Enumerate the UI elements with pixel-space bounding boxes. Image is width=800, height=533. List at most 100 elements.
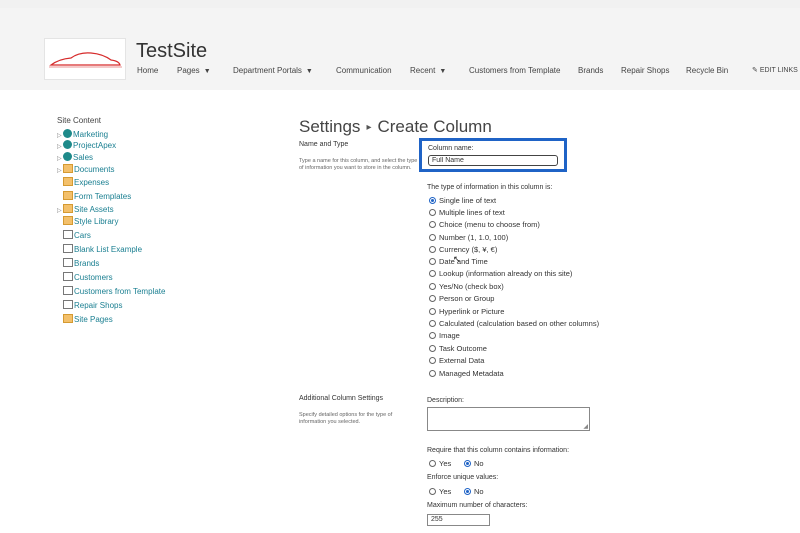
radio-selected-icon[interactable] bbox=[464, 488, 471, 495]
max-chars-input[interactable]: 255 bbox=[427, 514, 490, 526]
topnav-customers-from-template[interactable]: Customers from Template bbox=[469, 66, 560, 75]
breadcrumb-settings[interactable]: Settings bbox=[299, 117, 360, 136]
edit-links-button[interactable]: ✎ EDIT LINKS bbox=[752, 66, 798, 74]
leftnav-item-site-assets[interactable]: ▷ Site Assets bbox=[57, 204, 114, 216]
topnav-department-portals[interactable]: Department Portals ▼ bbox=[233, 66, 313, 75]
radio-icon[interactable] bbox=[429, 246, 436, 253]
list-icon bbox=[63, 230, 73, 239]
leftnav-item-repair-shops[interactable]: Repair Shops bbox=[57, 300, 122, 312]
radio-icon[interactable] bbox=[429, 357, 436, 364]
radio-icon[interactable] bbox=[429, 308, 436, 315]
additional-settings-heading: Additional Column Settings bbox=[299, 395, 384, 402]
car-logo-icon bbox=[49, 52, 122, 68]
topnav-home[interactable]: Home bbox=[137, 66, 158, 75]
site-logo[interactable] bbox=[44, 38, 126, 80]
library-icon bbox=[63, 164, 73, 173]
radio-icon[interactable] bbox=[429, 460, 436, 467]
page-title-text: Create Column bbox=[377, 117, 492, 136]
site-icon bbox=[63, 152, 72, 161]
column-name-input[interactable] bbox=[428, 155, 558, 166]
leftnav-item-form-templates[interactable]: Form Templates bbox=[57, 191, 131, 203]
type-option-task-outcome[interactable]: Task Outcome bbox=[429, 344, 487, 355]
leftnav-item-brands[interactable]: Brands bbox=[57, 258, 99, 270]
radio-icon[interactable] bbox=[429, 209, 436, 216]
require-yes[interactable]: Yes bbox=[429, 459, 451, 470]
description-label: Description: bbox=[427, 397, 464, 404]
library-icon bbox=[63, 216, 73, 225]
library-icon bbox=[63, 314, 73, 323]
type-option-multiple-lines[interactable]: Multiple lines of text bbox=[429, 208, 505, 219]
require-no[interactable]: No bbox=[464, 459, 484, 470]
radio-icon[interactable] bbox=[429, 221, 436, 228]
topnav-recycle-bin[interactable]: Recycle Bin bbox=[686, 66, 728, 75]
leftnav-item-blank-list-example[interactable]: Blank List Example bbox=[57, 244, 142, 256]
radio-icon[interactable] bbox=[429, 270, 436, 277]
library-icon bbox=[63, 191, 73, 200]
leftnav-item-style-library[interactable]: Style Library bbox=[57, 216, 118, 228]
max-chars-label: Maximum number of characters: bbox=[427, 502, 528, 509]
chevron-down-icon[interactable]: ▼ bbox=[306, 68, 313, 75]
name-and-type-heading: Name and Type bbox=[299, 141, 349, 148]
radio-selected-icon[interactable] bbox=[429, 197, 436, 204]
list-icon bbox=[63, 300, 73, 309]
description-textarea[interactable]: ◢ bbox=[427, 407, 590, 431]
radio-icon[interactable] bbox=[429, 258, 436, 265]
type-option-person-group[interactable]: Person or Group bbox=[429, 294, 494, 305]
enforce-yes[interactable]: Yes bbox=[429, 487, 451, 498]
column-name-label: Column name: bbox=[428, 145, 474, 152]
type-option-external-data[interactable]: External Data bbox=[429, 356, 484, 367]
leftnav-item-projectapex[interactable]: ▷ ProjectApex bbox=[57, 140, 116, 152]
leftnav-item-customers[interactable]: Customers bbox=[57, 272, 113, 284]
type-option-yes-no[interactable]: Yes/No (check box) bbox=[429, 282, 504, 293]
type-option-number[interactable]: Number (1, 1.0, 100) bbox=[429, 233, 508, 244]
radio-icon[interactable] bbox=[429, 488, 436, 495]
leftnav-item-sales[interactable]: ▷ Sales bbox=[57, 152, 93, 164]
site-content-heading[interactable]: Site Content bbox=[57, 116, 101, 125]
type-option-calculated[interactable]: Calculated (calculation based on other c… bbox=[429, 319, 599, 330]
leftnav-item-documents[interactable]: ▷ Documents bbox=[57, 164, 114, 176]
chevron-down-icon[interactable]: ▼ bbox=[439, 68, 446, 75]
topnav-repair-shops[interactable]: Repair Shops bbox=[621, 66, 669, 75]
mouse-cursor-icon: ↖ bbox=[453, 254, 461, 264]
radio-icon[interactable] bbox=[429, 283, 436, 290]
radio-icon[interactable] bbox=[429, 234, 436, 241]
radio-icon[interactable] bbox=[429, 345, 436, 352]
list-icon bbox=[63, 258, 73, 267]
topnav-pages[interactable]: Pages ▼ bbox=[177, 66, 211, 75]
name-and-type-description: Type a name for this column, and select … bbox=[299, 158, 418, 171]
resize-handle-icon[interactable]: ◢ bbox=[583, 423, 588, 430]
library-icon bbox=[63, 177, 73, 186]
additional-settings-description: Specify detailed options for the type of… bbox=[299, 412, 393, 425]
library-icon bbox=[63, 204, 73, 213]
leftnav-item-site-pages[interactable]: Site Pages bbox=[57, 314, 113, 326]
site-icon bbox=[63, 140, 72, 149]
list-icon bbox=[63, 244, 73, 253]
radio-icon[interactable] bbox=[429, 332, 436, 339]
type-option-single-line[interactable]: Single line of text bbox=[429, 196, 496, 207]
require-label: Require that this column contains inform… bbox=[427, 447, 570, 454]
site-title[interactable]: TestSite bbox=[136, 40, 207, 63]
radio-icon[interactable] bbox=[429, 295, 436, 302]
enforce-no[interactable]: No bbox=[464, 487, 484, 498]
radio-selected-icon[interactable] bbox=[464, 460, 471, 467]
radio-icon[interactable] bbox=[429, 320, 436, 327]
type-option-image[interactable]: Image bbox=[429, 331, 460, 342]
type-option-hyperlink[interactable]: Hyperlink or Picture bbox=[429, 307, 504, 318]
topnav-recent[interactable]: Recent ▼ bbox=[410, 66, 446, 75]
topnav-communication[interactable]: Communication bbox=[336, 66, 392, 75]
radio-icon[interactable] bbox=[429, 370, 436, 377]
leftnav-item-expenses[interactable]: Expenses bbox=[57, 177, 109, 189]
type-option-currency[interactable]: Currency ($, ¥, €) bbox=[429, 245, 497, 256]
site-icon bbox=[63, 129, 72, 138]
leftnav-item-customers-from-template[interactable]: Customers from Template bbox=[57, 286, 165, 298]
topnav-brands[interactable]: Brands bbox=[578, 66, 603, 75]
list-icon bbox=[63, 286, 73, 295]
type-option-choice[interactable]: Choice (menu to choose from) bbox=[429, 220, 540, 231]
type-option-lookup[interactable]: Lookup (information already on this site… bbox=[429, 269, 572, 280]
page-title: Settings ▸ Create Column bbox=[299, 117, 492, 137]
leftnav-item-cars[interactable]: Cars bbox=[57, 230, 91, 242]
type-option-managed-metadata[interactable]: Managed Metadata bbox=[429, 369, 504, 380]
chevron-down-icon[interactable]: ▼ bbox=[204, 68, 211, 75]
enforce-unique-label: Enforce unique values: bbox=[427, 474, 499, 481]
breadcrumb-separator-icon: ▸ bbox=[366, 122, 372, 133]
